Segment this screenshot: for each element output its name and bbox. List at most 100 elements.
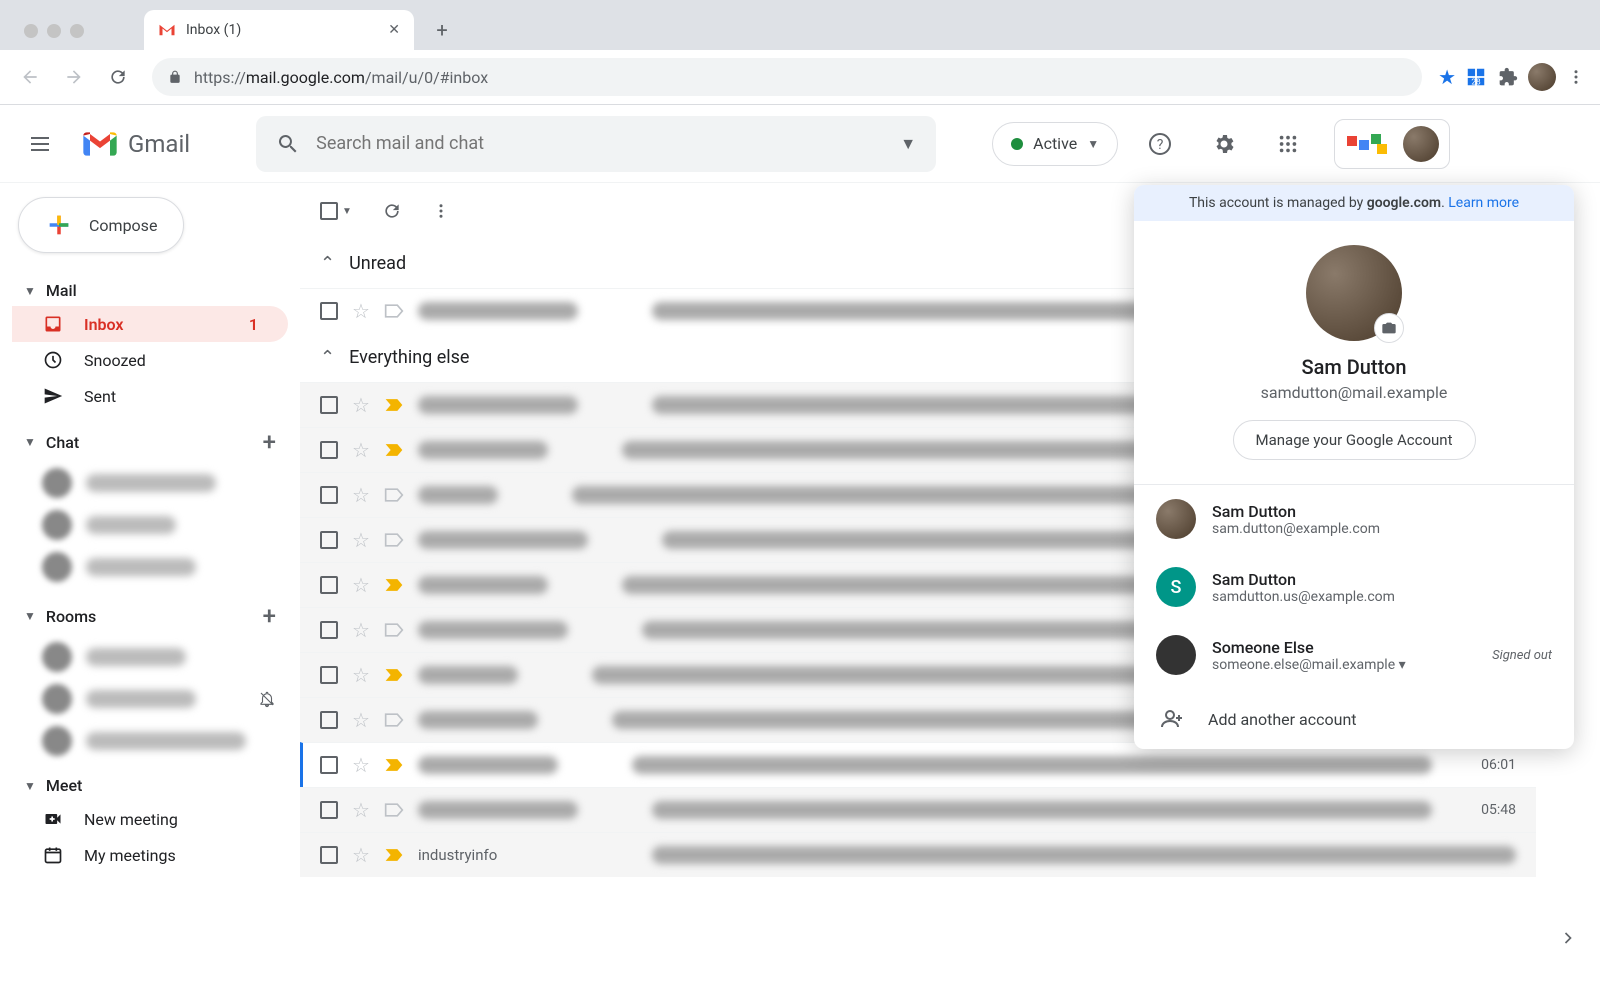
browser-profile-avatar[interactable] [1528, 63, 1556, 91]
new-tab-button[interactable]: + [426, 14, 458, 46]
browser-menu-icon[interactable] [1564, 65, 1588, 89]
forward-button[interactable] [56, 59, 92, 95]
important-icon[interactable] [384, 397, 404, 413]
gmail-logo[interactable]: Gmail [80, 129, 190, 159]
row-checkbox[interactable] [320, 621, 338, 639]
label-icon[interactable] [384, 622, 404, 638]
star-icon[interactable]: ☆ [352, 798, 370, 822]
label-icon[interactable] [384, 303, 404, 319]
label-icon[interactable] [384, 712, 404, 728]
star-icon[interactable]: ☆ [352, 299, 370, 323]
important-icon[interactable] [384, 442, 404, 458]
address-bar[interactable]: https://mail.google.com/mail/u/0/#inbox [152, 58, 1422, 96]
account-row[interactable]: Sam Duttonsam.dutton@example.com [1134, 485, 1574, 553]
row-checkbox[interactable] [320, 486, 338, 504]
browser-chrome: Inbox (1) ✕ + https://mail.google.com/ma… [0, 0, 1600, 105]
star-icon[interactable]: ☆ [352, 708, 370, 732]
back-button[interactable] [12, 59, 48, 95]
window-controls[interactable] [24, 24, 84, 38]
profile-avatar-large[interactable] [1306, 245, 1402, 341]
gmail-m-icon [158, 23, 176, 37]
chat-contact[interactable] [12, 462, 288, 504]
room-item[interactable] [12, 720, 288, 762]
learn-more-link[interactable]: Learn more [1448, 195, 1519, 211]
star-icon[interactable]: ☆ [352, 573, 370, 597]
search-input[interactable] [316, 133, 884, 154]
star-icon[interactable]: ☆ [352, 843, 370, 867]
row-checkbox[interactable] [320, 846, 338, 864]
email-time: 05:48 [1466, 802, 1516, 818]
sidebar-item-inbox[interactable]: Inbox 1 [12, 306, 288, 342]
main-menu-icon[interactable] [16, 120, 64, 168]
add-room-icon[interactable]: + [263, 602, 276, 630]
search-box[interactable]: ▼ [256, 116, 936, 172]
account-row[interactable]: Someone Elsesomeone.else@mail.example ▾ … [1134, 621, 1574, 689]
extension-icon[interactable]: 28 [1464, 65, 1488, 89]
close-tab-icon[interactable]: ✕ [388, 22, 400, 38]
star-icon[interactable]: ☆ [352, 438, 370, 462]
extensions-menu-icon[interactable] [1496, 65, 1520, 89]
compose-button[interactable]: Compose [18, 197, 184, 253]
label-icon[interactable] [384, 802, 404, 818]
important-icon[interactable] [384, 757, 404, 773]
maximize-window-icon[interactable] [70, 24, 84, 38]
important-icon[interactable] [384, 577, 404, 593]
row-checkbox[interactable] [320, 711, 338, 729]
room-item[interactable] [12, 636, 288, 678]
add-account-button[interactable]: Add another account [1134, 689, 1574, 749]
star-icon[interactable]: ☆ [352, 618, 370, 642]
room-item[interactable] [12, 678, 288, 720]
profile-switcher[interactable] [1334, 119, 1450, 169]
chat-contact[interactable] [12, 504, 288, 546]
label-icon[interactable] [384, 487, 404, 503]
manage-account-button[interactable]: Manage your Google Account [1233, 420, 1476, 460]
support-icon[interactable]: ? [1138, 122, 1182, 166]
row-checkbox[interactable] [320, 801, 338, 819]
row-checkbox[interactable] [320, 302, 338, 320]
chat-contact[interactable] [12, 546, 288, 588]
reload-button[interactable] [100, 59, 136, 95]
row-checkbox[interactable] [320, 576, 338, 594]
sidebar-section-mail[interactable]: ▼Mail [12, 275, 288, 306]
row-checkbox[interactable] [320, 441, 338, 459]
status-pill[interactable]: Active ▼ [992, 122, 1118, 166]
close-window-icon[interactable] [24, 24, 38, 38]
account-row[interactable]: S Sam Duttonsamdutton.us@example.com [1134, 553, 1574, 621]
search-icon [276, 132, 300, 156]
sidebar-section-rooms[interactable]: ▼Rooms+ [12, 596, 288, 636]
important-icon[interactable] [384, 667, 404, 683]
star-icon[interactable]: ☆ [352, 393, 370, 417]
star-icon[interactable]: ☆ [352, 753, 370, 777]
svg-text:28: 28 [1471, 77, 1481, 87]
camera-icon[interactable] [1374, 313, 1404, 343]
refresh-button[interactable] [382, 201, 402, 221]
bookmark-star-icon[interactable]: ★ [1438, 65, 1456, 89]
sidebar-item-my-meetings[interactable]: My meetings [12, 837, 288, 873]
side-panel-toggle-icon[interactable] [1558, 928, 1578, 948]
row-checkbox[interactable] [320, 396, 338, 414]
select-all-checkbox[interactable]: ▼ [320, 202, 352, 220]
add-chat-icon[interactable]: + [263, 428, 276, 456]
settings-icon[interactable] [1202, 122, 1246, 166]
star-icon[interactable]: ☆ [352, 663, 370, 687]
email-row[interactable]: ☆industryinfo [300, 832, 1536, 877]
important-icon[interactable] [384, 847, 404, 863]
star-icon[interactable]: ☆ [352, 483, 370, 507]
star-icon[interactable]: ☆ [352, 528, 370, 552]
minimize-window-icon[interactable] [47, 24, 61, 38]
sidebar-item-sent[interactable]: Sent [12, 378, 288, 414]
sidebar-section-chat[interactable]: ▼Chat+ [12, 422, 288, 462]
sidebar-section-meet[interactable]: ▼Meet [12, 770, 288, 801]
browser-toolbar: https://mail.google.com/mail/u/0/#inbox … [0, 50, 1600, 105]
browser-tab[interactable]: Inbox (1) ✕ [144, 10, 414, 50]
label-icon[interactable] [384, 532, 404, 548]
more-actions-icon[interactable] [432, 202, 450, 220]
row-checkbox[interactable] [320, 756, 338, 774]
search-options-icon[interactable]: ▼ [900, 134, 916, 154]
email-row[interactable]: ☆ 05:48 [300, 787, 1536, 832]
sidebar-item-snoozed[interactable]: Snoozed [12, 342, 288, 378]
row-checkbox[interactable] [320, 666, 338, 684]
apps-grid-icon[interactable] [1266, 122, 1310, 166]
sidebar-item-new-meeting[interactable]: New meeting [12, 801, 288, 837]
row-checkbox[interactable] [320, 531, 338, 549]
